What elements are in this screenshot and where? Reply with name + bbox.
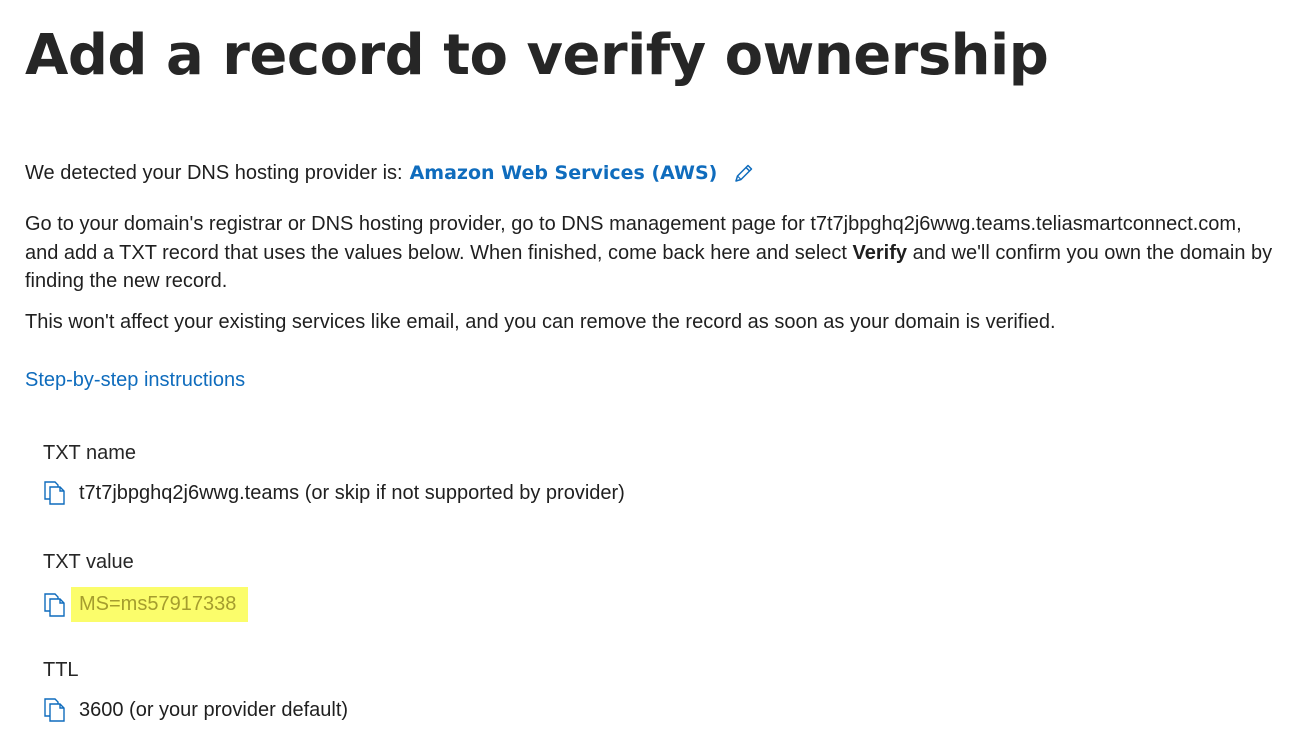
ttl-row: 3600 (or your provider default) <box>43 697 348 723</box>
verify-keyword: Verify <box>852 241 908 264</box>
ttl-label: TTL <box>43 659 79 681</box>
ttl-value: 3600 (or your provider default) <box>79 698 349 721</box>
dns-provider-line: We detected your DNS hosting provider is… <box>25 159 755 188</box>
ttl-section: TTL <box>43 657 79 683</box>
txt-name-section: TXT name <box>43 440 136 466</box>
txt-value-label: TXT value <box>43 551 134 573</box>
page-title: Add a record to verify ownership <box>25 23 1049 88</box>
txt-value-value: MS=ms57917338 <box>71 587 249 622</box>
copy-icon[interactable] <box>43 480 67 506</box>
txt-value-section: TXT value <box>43 549 134 575</box>
dns-provider-prefix: We detected your DNS hosting provider is… <box>25 162 403 184</box>
dns-provider-name[interactable]: Amazon Web Services (AWS) <box>410 159 718 188</box>
copy-icon[interactable] <box>43 592 67 618</box>
step-by-step-link[interactable]: Step-by-step instructions <box>25 366 245 395</box>
no-impact-paragraph: This won't affect your existing services… <box>25 311 1056 333</box>
txt-name-label: TXT name <box>43 442 136 464</box>
txt-name-row: t7t7jbpghq2j6wwg.teams (or skip if not s… <box>43 480 625 506</box>
txt-name-value: t7t7jbpghq2j6wwg.teams (or skip if not s… <box>79 481 625 504</box>
instructions-paragraph: Go to your domain's registrar or DNS hos… <box>25 210 1280 296</box>
pencil-edit-icon[interactable] <box>733 162 755 184</box>
copy-icon[interactable] <box>43 697 67 723</box>
txt-value-row: MS=ms57917338 <box>43 587 249 622</box>
